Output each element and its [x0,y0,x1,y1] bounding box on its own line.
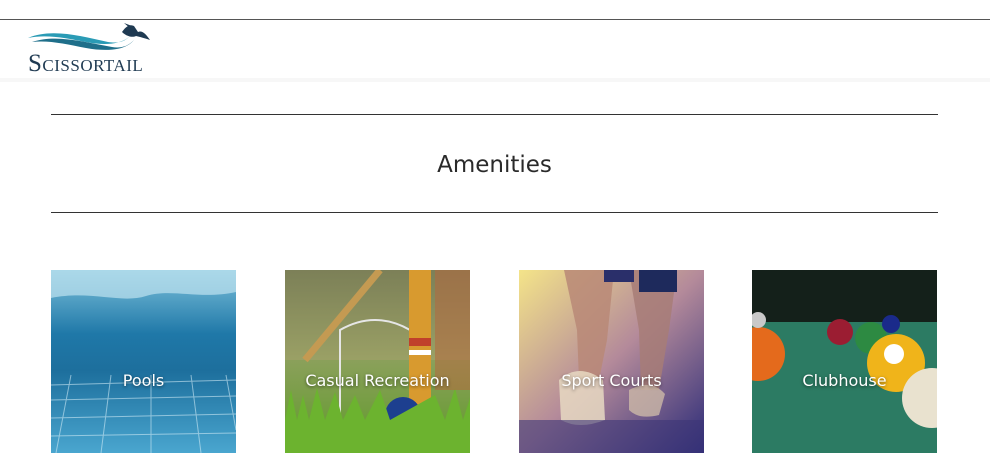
amenity-label: Casual Recreation [305,371,450,390]
amenity-tile-sport-courts[interactable]: Sport Courts [519,270,704,453]
scissortail-logo[interactable]: SCISSORTAIL [26,22,156,77]
title-top-rule [51,114,938,115]
amenity-label: Sport Courts [561,371,662,390]
billiards-image [752,270,937,453]
croquet-image [285,270,470,453]
logo-wordmark: SCISSORTAIL [28,50,143,78]
amenity-label: Clubhouse [802,371,887,390]
title-bottom-rule [51,212,938,213]
amenity-tile-casual-recreation[interactable]: Casual Recreation [285,270,470,453]
logo-initial: S [28,50,43,77]
amenity-tile-pools[interactable]: Pools [51,270,236,453]
pool-image [51,270,236,453]
amenity-tile-clubhouse[interactable]: Clubhouse [752,270,937,453]
header-shadow [0,78,990,82]
logo-rest: CISSORTAIL [42,56,144,75]
sport-courts-image [519,270,704,453]
page-title: Amenities [437,152,552,178]
amenity-label: Pools [122,371,165,390]
